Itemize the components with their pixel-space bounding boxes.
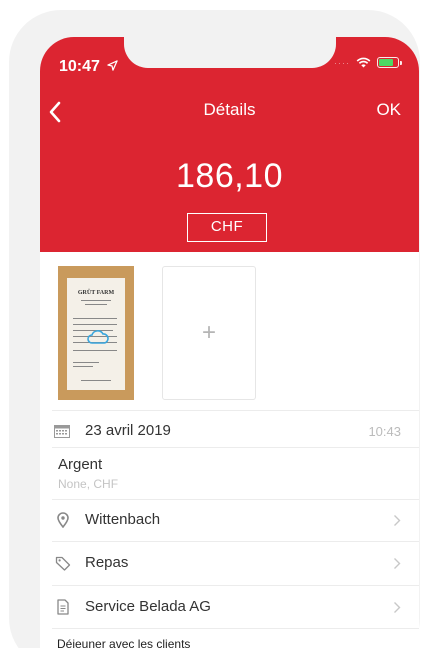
calendar-icon [54,425,70,438]
tag-icon [55,556,71,571]
status-time-label: 10:47 [59,58,100,75]
location-arrow-icon [107,60,119,71]
note-field[interactable]: Déjeuner avec les clients [57,637,190,648]
receipt-paper: GRÜT FARM [67,278,125,390]
payment-method-sub: None, CHF [58,477,119,491]
amount-value[interactable]: 186,10 [40,157,419,196]
device-frame: 10:47 ···· Détails OK 186,10 CHF GRÜT FA… [9,10,420,648]
chevron-right-icon [394,515,401,526]
list-item-label: Service Belada AG [85,598,211,615]
date-field[interactable]: 23 avril 2019 [85,422,171,439]
time-field[interactable]: 10:43 [368,424,401,439]
currency-button[interactable]: CHF [187,213,267,242]
wifi-icon [356,57,371,68]
divider [52,447,419,448]
list-item-label: Wittenbach [85,511,161,528]
cloud-icon [87,330,109,344]
signal-dots: ···· [334,57,350,68]
add-photo-button[interactable]: + [162,266,256,400]
app-screen: 10:47 ···· Détails OK 186,10 CHF GRÜT FA… [40,37,419,648]
chevron-right-icon [394,558,401,569]
receipt-merchant: GRÜT FARM [77,290,115,296]
list-item-supplier[interactable]: Service Belada AG [40,586,419,628]
plus-icon: + [201,319,216,346]
status-time: 10:47 [59,58,119,76]
document-icon [57,599,69,615]
list-item-category[interactable]: Repas [40,542,419,584]
chevron-right-icon [394,602,401,613]
list-item-location[interactable]: Wittenbach [40,499,419,541]
status-indicators: ···· [334,57,402,68]
page-title: Détails [203,100,256,119]
payment-method-label[interactable]: Argent [58,456,102,473]
device-notch [124,37,336,68]
divider [52,628,419,629]
divider [52,410,419,411]
ok-button[interactable]: OK [376,100,401,120]
battery-icon [377,57,402,68]
receipt-photo[interactable]: GRÜT FARM [58,266,134,400]
location-pin-icon [57,512,69,528]
list-item-label: Repas [85,554,129,571]
